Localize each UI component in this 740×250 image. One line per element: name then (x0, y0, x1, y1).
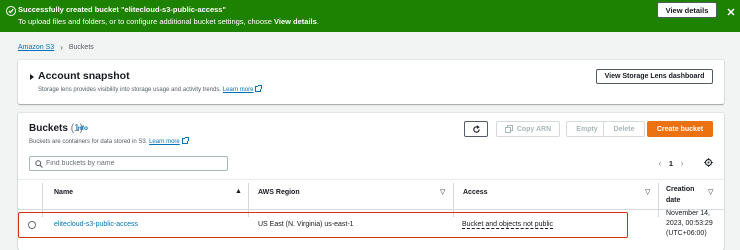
column-header-region[interactable]: AWS Region (258, 174, 300, 210)
copy-arn-label: Copy ARN (516, 125, 552, 133)
sort-ascending-icon[interactable]: ▲ (235, 188, 242, 195)
success-check-icon (6, 6, 16, 16)
banner-message-text: To upload files and folders, or to confi… (18, 17, 272, 26)
banner-message-end: . (316, 17, 319, 26)
expand-caret-icon[interactable] (30, 74, 34, 80)
search-input[interactable] (46, 158, 224, 169)
search-icon (35, 160, 43, 168)
column-header-access[interactable]: Access (463, 174, 488, 210)
refresh-button[interactable] (464, 121, 488, 137)
sort-toggle-icon[interactable]: ▽ (440, 188, 445, 196)
pagination: ‹ 1 › (654, 158, 688, 168)
current-page-number[interactable]: 1 (666, 159, 676, 168)
sort-toggle-icon[interactable]: ▽ (645, 188, 650, 196)
banner-message-bold: View details (274, 17, 317, 26)
refresh-icon (472, 124, 480, 133)
snapshot-description-text: Storage lens provides visibility into st… (38, 87, 222, 93)
banner-title: Successfully created bucket "elitecloud-… (18, 5, 227, 14)
gear-icon[interactable] (704, 158, 713, 167)
creation-time-line: 2023, 00:53:29 (666, 220, 713, 227)
buckets-learn-more-link[interactable]: Learn more (149, 139, 180, 145)
external-link-icon (255, 85, 263, 92)
external-link-icon (181, 137, 189, 144)
info-link[interactable]: Info (76, 125, 88, 132)
snapshot-learn-more-link[interactable]: Learn more (223, 87, 254, 93)
copy-arn-button[interactable]: Copy ARN (496, 121, 560, 137)
column-header-name[interactable]: Name (54, 174, 73, 210)
buckets-panel: Buckets (1) Info Buckets are containers … (18, 113, 724, 250)
bucket-name-link[interactable]: elitecloud-s3-public-access (54, 221, 138, 228)
buckets-heading: Buckets (1) (29, 123, 83, 134)
column-divider (658, 183, 659, 217)
bucket-region: US East (N. Virginia) us-east-1 (258, 221, 354, 228)
bucket-creation-date: November 14, 2023, 00:53:29 (UTC+06:00) (666, 209, 724, 239)
empty-button[interactable]: Empty (566, 121, 608, 137)
table-header-divider (18, 209, 724, 210)
copy-icon (504, 125, 513, 133)
table-top-divider (18, 179, 724, 180)
previous-page-icon[interactable]: ‹ (654, 158, 666, 168)
bucket-access-text[interactable]: Bucket and objects not public (462, 221, 554, 229)
sort-toggle-icon[interactable]: ▽ (708, 188, 713, 196)
success-flash-banner: Successfully created bucket "elitecloud-… (0, 0, 740, 32)
delete-button[interactable]: Delete (603, 121, 645, 137)
close-icon[interactable] (726, 4, 736, 16)
chevron-right-icon: › (60, 43, 63, 52)
account-snapshot-panel: Account snapshot Storage lens provides v… (18, 60, 724, 104)
buckets-title: Buckets (29, 123, 68, 134)
next-page-icon[interactable]: › (676, 158, 688, 168)
row-select-radio[interactable] (28, 221, 36, 229)
buckets-description: Buckets are containers for data stored i… (29, 137, 189, 145)
breadcrumb-amazon-s3[interactable]: Amazon S3 (18, 44, 54, 51)
breadcrumb: Amazon S3 › Buckets (18, 43, 94, 52)
bucket-search-box[interactable] (29, 156, 228, 171)
creation-date-line: November 14, (666, 210, 710, 217)
bucket-access: Bucket and objects not public (462, 221, 554, 229)
account-snapshot-description: Storage lens provides visibility into st… (38, 85, 263, 93)
create-bucket-button[interactable]: Create bucket (647, 121, 713, 137)
buckets-description-text: Buckets are containers for data stored i… (29, 139, 148, 145)
account-snapshot-title[interactable]: Account snapshot (38, 70, 130, 82)
creation-timezone-line: (UTC+06:00) (666, 230, 707, 237)
breadcrumb-buckets: Buckets (68, 44, 94, 51)
view-storage-lens-dashboard-button[interactable]: View Storage Lens dashboard (596, 69, 713, 84)
view-details-button[interactable]: View details (657, 2, 717, 18)
banner-message: To upload files and folders, or to confi… (18, 17, 319, 26)
